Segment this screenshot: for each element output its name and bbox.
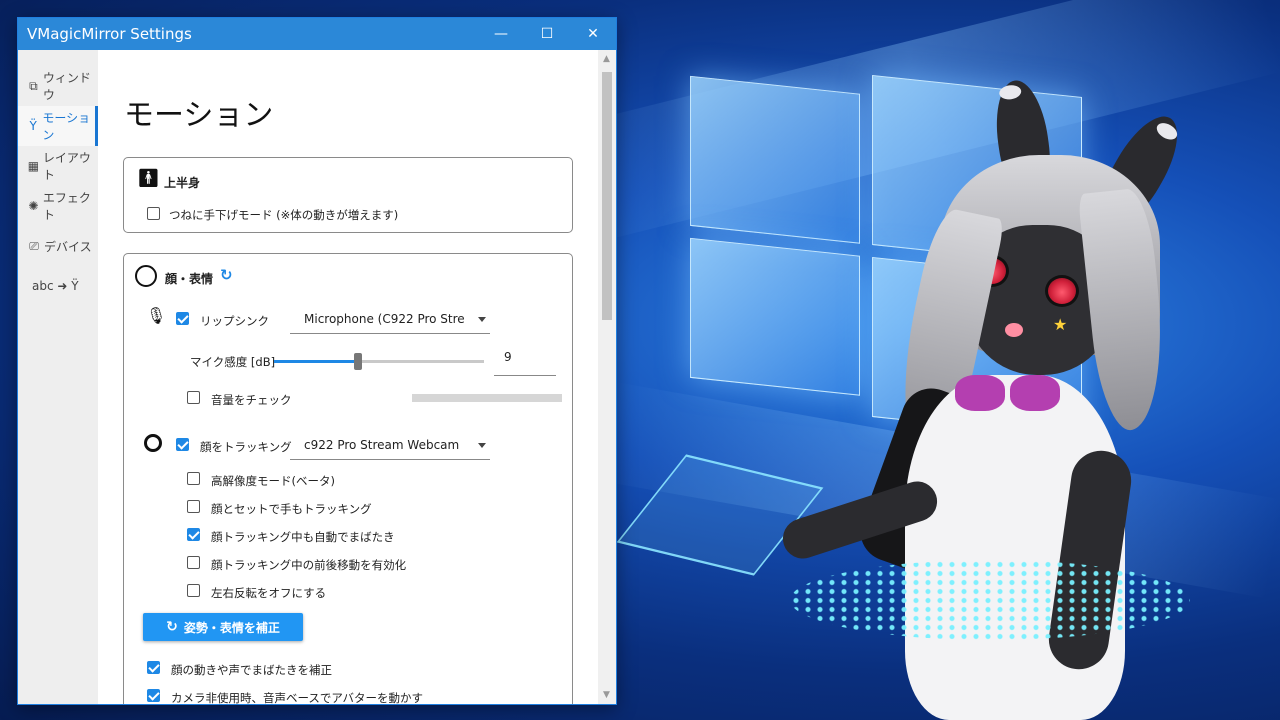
hologram-ring xyxy=(790,560,1190,640)
dashboard-icon: ▦ xyxy=(27,159,40,173)
main-content: モーション 🚹︎ 上半身 つねに手下げモード (※体の動きが増えます) 顔・表情… xyxy=(98,50,598,705)
window-title: VMagicMirror Settings xyxy=(27,25,192,43)
upper-body-title: 上半身 xyxy=(164,176,201,190)
camera-select[interactable]: c922 Pro Stream Webcam xyxy=(290,432,490,460)
voice-based-motion-label: カメラ非使用時、音声ベースでアバターを動かす xyxy=(171,691,423,705)
volume-check-label: 音量をチェック xyxy=(211,393,292,407)
sidebar-item-label: エフェクト xyxy=(42,191,91,222)
vertical-scrollbar[interactable]: ▲ ▼ xyxy=(598,50,616,704)
close-button[interactable]: ✕ xyxy=(570,18,616,50)
face-option-checkbox[interactable] xyxy=(187,584,200,597)
minimize-button[interactable]: — xyxy=(478,18,524,50)
scroll-up-icon[interactable]: ▲ xyxy=(603,54,610,64)
word-to-motion-icon: abc ➜ Ÿ xyxy=(32,279,79,293)
lightbulb-icon: ✺ xyxy=(28,199,39,213)
face-icon xyxy=(135,265,157,287)
always-hand-down-checkbox[interactable] xyxy=(147,207,160,220)
face-section-title: 顔・表情 xyxy=(165,272,214,286)
refresh-icon[interactable]: ↻ xyxy=(220,266,233,284)
calibrate-button-label: 姿勢・表情を補正 xyxy=(183,620,280,635)
blink-adjust-checkbox[interactable] xyxy=(147,661,160,674)
settings-window: VMagicMirror Settings — ☐ ✕ ⧉ ウィンドウ Ÿ モー… xyxy=(17,17,617,705)
bow-left xyxy=(955,375,1005,411)
webcam-icon xyxy=(144,434,162,452)
volume-meter xyxy=(412,394,562,402)
camera-select-value: c922 Pro Stream Webcam xyxy=(304,438,460,452)
sidebar-item-label: デバイス xyxy=(44,239,92,254)
bow-right xyxy=(1010,375,1060,411)
face-option-checkbox[interactable] xyxy=(187,556,200,569)
mic-sensitivity-field[interactable]: 9 xyxy=(494,342,556,376)
blink-adjust-label: 顔の動きや声でまばたきを補正 xyxy=(171,663,332,677)
face-tracking-label: 顔をトラッキング xyxy=(200,440,292,454)
right-eye xyxy=(1045,275,1079,307)
face-option-checkbox[interactable] xyxy=(187,500,200,513)
chevron-down-icon xyxy=(478,317,486,322)
sidebar-item-label: ウィンドウ xyxy=(42,71,91,102)
mic-sensitivity-slider[interactable] xyxy=(274,353,484,370)
upper-body-card: 🚹︎ 上半身 つねに手下げモード (※体の動きが増えます) xyxy=(123,157,573,233)
sidebar: ⧉ ウィンドウ Ÿ モーション ▦ レイアウト ✺ エフェクト ⎚ デバイス a… xyxy=(18,50,98,704)
sidebar-item-word-to-motion[interactable]: abc ➜ Ÿ xyxy=(18,266,98,306)
face-option-checkbox[interactable] xyxy=(187,472,200,485)
calibrate-button[interactable]: ↻ 姿勢・表情を補正 xyxy=(143,613,303,641)
hair-side xyxy=(1077,186,1173,434)
lipsync-checkbox[interactable] xyxy=(176,312,189,325)
sidebar-item-label: レイアウト xyxy=(42,151,91,182)
face-option-label: 高解像度モード(ベータ) xyxy=(211,474,335,488)
microphone-icon: 🎙︎ xyxy=(146,306,167,325)
slider-thumb[interactable] xyxy=(354,353,362,370)
window-icon: ⧉ xyxy=(29,78,38,93)
voice-based-motion-checkbox[interactable] xyxy=(147,689,160,702)
sidebar-item-motion[interactable]: Ÿ モーション xyxy=(18,106,98,146)
scroll-down-icon[interactable]: ▼ xyxy=(603,690,610,700)
face-tracking-checkbox[interactable] xyxy=(176,438,189,451)
microphone-select-value: Microphone (C922 Pro Stream Webcam) xyxy=(304,312,464,326)
devices-icon: ⎚ xyxy=(29,238,39,253)
volume-check-checkbox[interactable] xyxy=(187,391,200,404)
sidebar-item-layout[interactable]: ▦ レイアウト xyxy=(18,146,98,186)
chevron-down-icon xyxy=(478,443,486,448)
lipsync-label: リップシンク xyxy=(200,314,269,328)
sidebar-item-label: モーション xyxy=(42,111,91,142)
person-motion-icon: Ÿ xyxy=(29,119,37,133)
mic-sensitivity-label: マイク感度 [dB] xyxy=(190,355,276,369)
mic-sensitivity-value: 9 xyxy=(504,350,512,364)
sidebar-item-effect[interactable]: ✺ エフェクト xyxy=(18,186,98,226)
slider-fill xyxy=(274,360,358,363)
title-bar[interactable]: VMagicMirror Settings — ☐ ✕ xyxy=(18,18,616,50)
face-card: 顔・表情 ↻ 🎙︎ リップシンク Microphone (C922 Pro St… xyxy=(123,253,573,705)
face-option-label: 顔トラッキング中も自動でまばたき xyxy=(211,530,395,544)
scroll-thumb[interactable] xyxy=(602,72,612,320)
page-title: モーション xyxy=(124,98,274,133)
face-option-label: 顔とセットで手もトラッキング xyxy=(211,502,372,516)
sidebar-item-window[interactable]: ⧉ ウィンドウ xyxy=(18,66,98,106)
star-mark: ★ xyxy=(1053,315,1068,334)
sidebar-item-device[interactable]: ⎚ デバイス xyxy=(18,226,98,266)
maximize-button[interactable]: ☐ xyxy=(524,18,570,50)
microphone-select[interactable]: Microphone (C922 Pro Stream Webcam) xyxy=(290,306,490,334)
face-option-label: 左右反転をオフにする xyxy=(211,586,327,600)
face-option-label: 顔トラッキング中の前後移動を有効化 xyxy=(211,558,407,572)
avatar-character: ★ xyxy=(616,70,1280,720)
refresh-icon: ↻ xyxy=(166,619,178,635)
mouth xyxy=(1005,323,1023,337)
always-hand-down-label: つねに手下げモード (※体の動きが増えます) xyxy=(169,208,399,222)
face-option-checkbox[interactable] xyxy=(187,528,200,541)
person-icon: 🚹︎ xyxy=(137,168,160,189)
